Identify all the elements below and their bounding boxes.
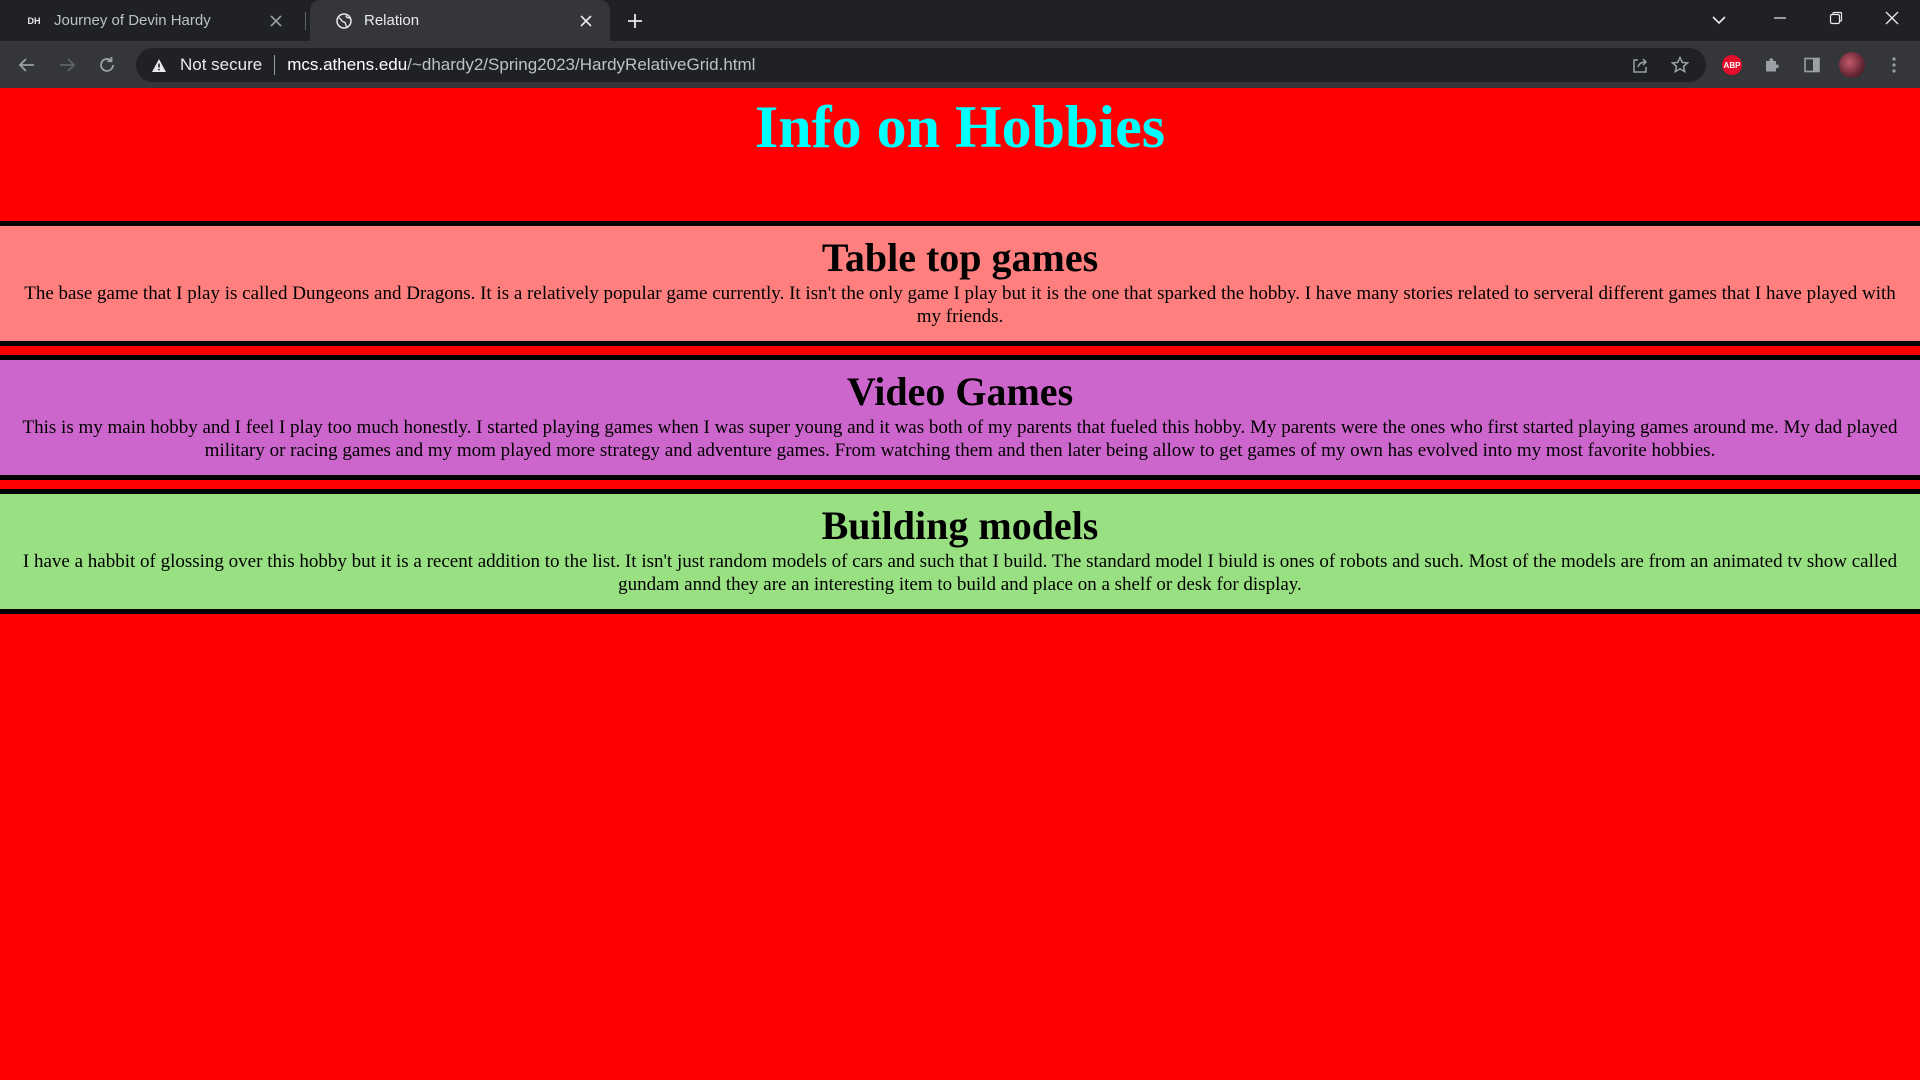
tab-divider [305,12,306,30]
plus-icon [628,14,642,28]
page-title: Info on Hobbies [754,94,1166,160]
minimize-button[interactable] [1752,0,1808,36]
star-icon [1671,56,1689,74]
tab-journey-of-devin-hardy[interactable]: DH Journey of Devin Hardy [0,0,300,41]
section-text: The base game that I play is called Dung… [24,283,1896,327]
share-button[interactable] [1626,51,1654,79]
url-text[interactable]: mcs.athens.edu/~dhardy2/Spring2023/Hardy… [287,55,755,75]
avatar [1839,52,1865,78]
tab-search-button[interactable] [1706,8,1732,32]
restore-button[interactable] [1808,0,1864,36]
close-icon [1885,11,1899,25]
tab-title: Journey of Devin Hardy [54,12,211,29]
section-text: I have a habbit of glossing over this ho… [22,551,1898,595]
new-tab-button[interactable] [623,9,647,33]
restore-icon [1829,11,1843,25]
bookmark-button[interactable] [1666,51,1694,79]
close-window-button[interactable] [1864,0,1920,36]
back-button[interactable] [13,51,41,79]
web-page: Info on Hobbies Table top games The base… [0,88,1920,1080]
reload-icon [100,57,114,72]
arrow-left-icon [18,58,34,72]
chevron-down-icon [1712,16,1726,25]
security-label[interactable]: Not secure [180,55,262,75]
more-vert-icon [1892,57,1896,73]
warning-icon[interactable] [150,56,168,74]
section-text: This is my main hobby and I feel I play … [22,417,1898,461]
adblock-extension-button[interactable]: ABP [1718,51,1746,79]
share-icon [1633,58,1648,73]
arrow-right-icon [60,58,76,72]
side-panel-icon [1804,57,1820,73]
section-heading: Video Games [846,369,1074,414]
minimize-icon [1774,17,1786,19]
omnibox-separator [274,55,276,75]
globe-icon [336,12,352,29]
close-tab-icon[interactable] [576,11,596,31]
omnibox-actions [1614,51,1694,79]
section-table-top-games: Table top games The base game that I pla… [0,221,1920,346]
window-controls [1752,0,1920,41]
side-panel-button[interactable] [1798,51,1826,79]
section-heading: Building models [821,503,1099,548]
section-video-games: Video Games This is my main hobby and I … [0,355,1920,480]
browser-menu-button[interactable] [1880,51,1908,79]
tab-title: Relation [364,12,420,29]
tab-strip: DH Journey of Devin Hardy Relation [0,0,1920,41]
dh-favicon-icon: DH [27,15,41,26]
forward-button[interactable] [53,51,81,79]
reload-button[interactable] [93,51,121,79]
abp-icon: ABP [1722,55,1742,75]
browser-toolbar: Not secure mcs.athens.edu/~dhardy2/Sprin… [0,41,1920,88]
section-heading: Table top games [821,235,1099,280]
puzzle-icon [1766,58,1779,72]
page-header: Info on Hobbies [0,88,1920,221]
extensions-button[interactable] [1758,51,1786,79]
url-path: /~dhardy2/Spring2023/HardyRelativeGrid.h… [407,55,756,74]
close-tab-icon[interactable] [266,11,286,31]
profile-button[interactable] [1838,51,1866,79]
url-host: mcs.athens.edu [287,55,408,74]
section-building-models: Building models I have a habbit of gloss… [0,489,1920,614]
address-bar[interactable]: Not secure mcs.athens.edu/~dhardy2/Sprin… [136,48,1706,82]
tab-relation[interactable]: Relation [310,0,610,41]
